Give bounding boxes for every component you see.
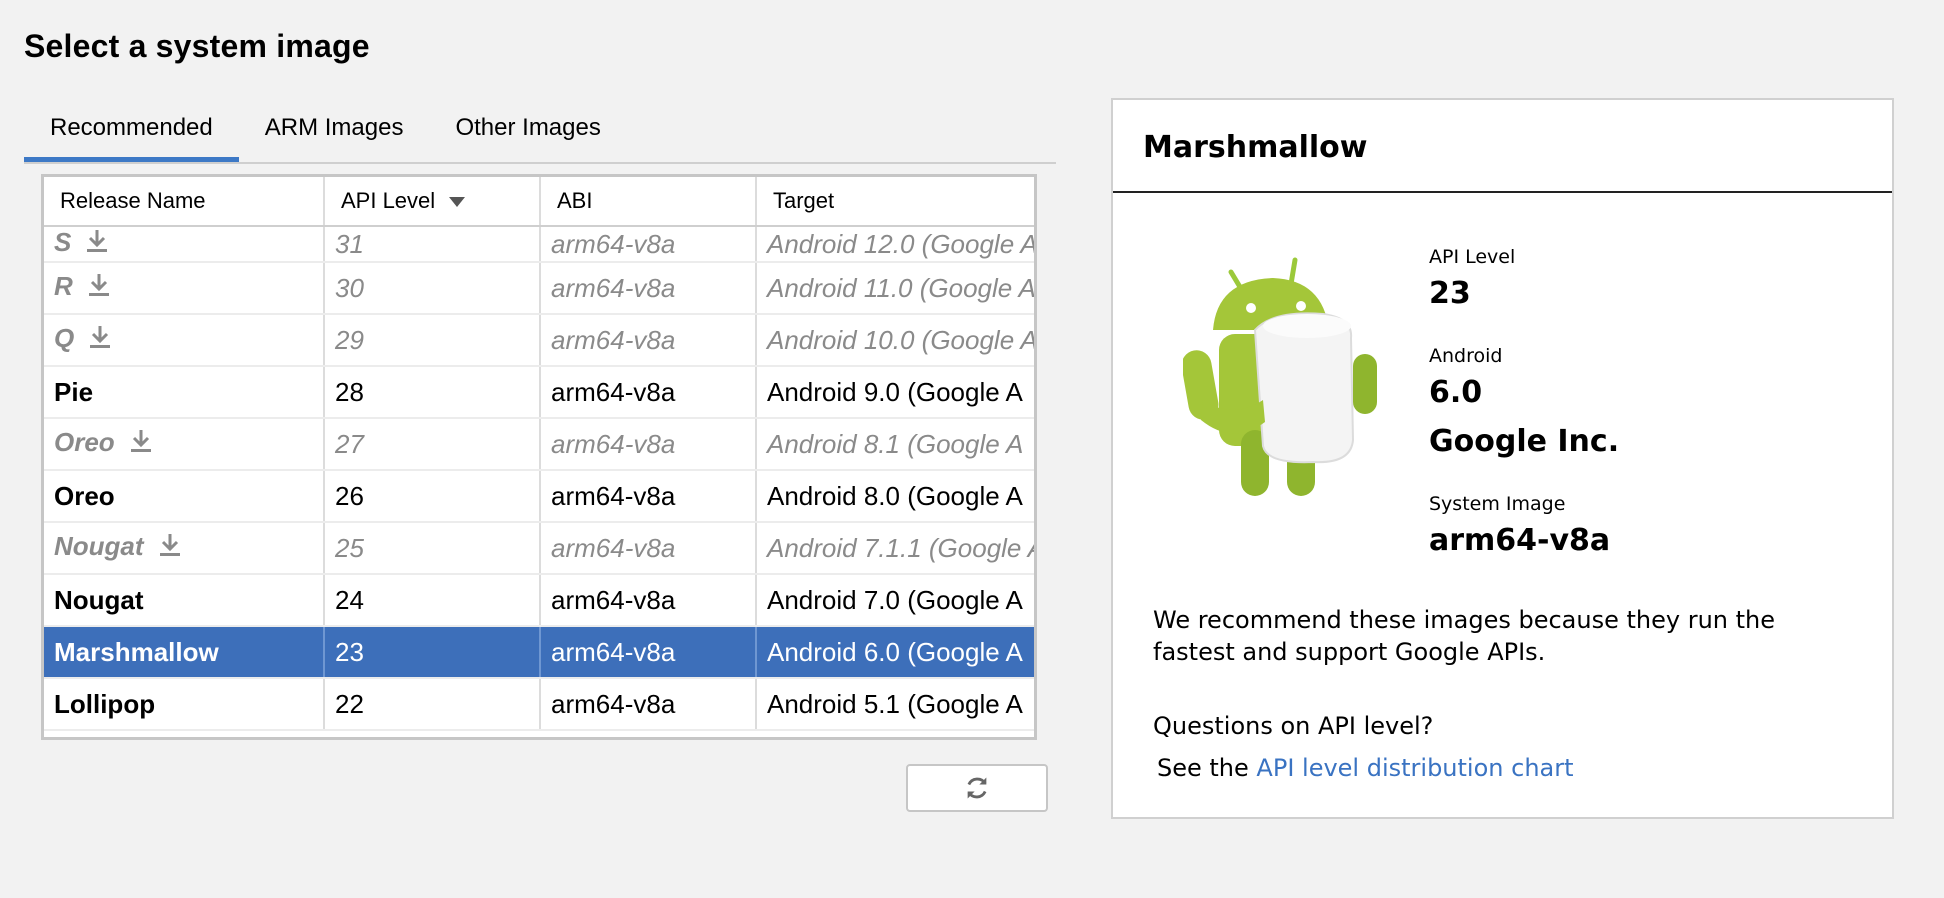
- abi-cell: arm64-v8a: [540, 314, 757, 367]
- release-name-cell: Pie: [44, 366, 325, 419]
- release-name-cell: Nougat: [44, 574, 325, 627]
- release-name-cell: S: [44, 226, 325, 263]
- tab-other-images[interactable]: Other Images: [429, 100, 626, 162]
- release-name-cell: Oreo: [44, 470, 325, 523]
- column-header-api-level[interactable]: API Level: [324, 177, 541, 227]
- download-icon[interactable]: [88, 324, 112, 357]
- api-level-cell: 28: [324, 366, 541, 419]
- table-header-row: Release Name API Level ABI Target: [44, 177, 1034, 227]
- target-cell: Android 7.1.1 (Google A: [756, 522, 1034, 575]
- table-row[interactable]: Oreo 26 arm64-v8a Android 8.0 (Google A: [44, 470, 1034, 523]
- see-prefix: See the: [1157, 754, 1257, 782]
- api-level-label: API Level: [1429, 246, 1516, 268]
- android-label: Android: [1429, 345, 1503, 367]
- android-version-value: 6.0: [1429, 375, 1483, 410]
- tab-arm-images[interactable]: ARM Images: [239, 100, 430, 162]
- target-cell: Android 10.0 (Google A: [756, 314, 1034, 367]
- api-distribution-link[interactable]: API level distribution chart: [1256, 754, 1573, 782]
- table-row[interactable]: Nougat 25 arm64-v8a Android 7.1.1 (Google A: [44, 522, 1034, 575]
- target-cell: Android 8.0 (Google A: [756, 470, 1034, 523]
- api-level-cell: 25: [324, 522, 541, 575]
- system-image-table: Release Name API Level ABI Target S 31 arm…: [41, 174, 1037, 740]
- release-name-cell: Lollipop: [44, 678, 325, 731]
- table-row[interactable]: Lollipop 22 arm64-v8a Android 5.1 (Google A: [44, 678, 1034, 731]
- api-level-cell: 22: [324, 678, 541, 731]
- target-cell: Android 6.0 (Google A: [756, 626, 1034, 679]
- table-row[interactable]: R 30 arm64-v8a Android 11.0 (Google A: [44, 262, 1034, 315]
- release-name-cell: Oreo: [44, 418, 325, 471]
- detail-properties: API Level 23 Android 6.0 Google Inc. Sys…: [1429, 246, 1619, 592]
- abi-cell: arm64-v8a: [540, 626, 757, 679]
- android-marshmallow-illustration: [1183, 257, 1377, 496]
- table-row[interactable]: Nougat 24 arm64-v8a Android 7.0 (Google A: [44, 574, 1034, 627]
- target-cell: Android 12.0 (Google A: [756, 226, 1034, 263]
- abi-cell: arm64-v8a: [540, 522, 757, 575]
- abi-cell: arm64-v8a: [540, 418, 757, 471]
- abi-cell: arm64-v8a: [540, 262, 757, 315]
- api-level-value: 23: [1429, 276, 1471, 311]
- api-question-text: Questions on API level?: [1153, 712, 1434, 740]
- target-cell: Android 8.1 (Google A: [756, 418, 1034, 471]
- table-row[interactable]: Pie 28 arm64-v8a Android 9.0 (Google A: [44, 366, 1034, 419]
- tab-bar: Recommended ARM Images Other Images: [24, 100, 1056, 164]
- page-title: Select a system image: [24, 28, 370, 64]
- download-icon[interactable]: [158, 532, 182, 565]
- api-level-cell: 31: [324, 226, 541, 263]
- download-icon[interactable]: [85, 228, 109, 260]
- api-level-cell: 23: [324, 626, 541, 679]
- sort-descending-icon: [449, 197, 466, 208]
- detail-title: Marshmallow: [1113, 100, 1892, 193]
- release-name-cell: Nougat: [44, 522, 325, 575]
- api-level-cell: 27: [324, 418, 541, 471]
- vendor-value: Google Inc.: [1429, 424, 1620, 459]
- abi-cell: arm64-v8a: [540, 470, 757, 523]
- target-cell: Android 11.0 (Google A: [756, 262, 1034, 315]
- detail-panel: Marshmallow API Level 23 Android 6.0 Goo…: [1111, 98, 1894, 819]
- table-row[interactable]: Marshmallow 23 arm64-v8a Android 6.0 (Googl…: [44, 626, 1034, 679]
- api-level-cell: 30: [324, 262, 541, 315]
- recommendation-text: We recommend these images because they r…: [1153, 606, 1776, 666]
- download-icon[interactable]: [87, 272, 111, 305]
- table-row[interactable]: Oreo 27 arm64-v8a Android 8.1 (Google A: [44, 418, 1034, 471]
- release-name-cell: Q: [44, 314, 325, 367]
- system-image-label: System Image: [1429, 493, 1566, 515]
- api-level-cell: 24: [324, 574, 541, 627]
- release-name-cell: R: [44, 262, 325, 315]
- target-cell: Android 9.0 (Google A: [756, 366, 1034, 419]
- column-header-target[interactable]: Target: [756, 177, 1034, 227]
- target-cell: Android 7.0 (Google A: [756, 574, 1034, 627]
- target-cell: Android 5.1 (Google A: [756, 678, 1034, 731]
- abi-cell: arm64-v8a: [540, 366, 757, 419]
- api-level-cell: 26: [324, 470, 541, 523]
- column-header-release-name[interactable]: Release Name: [44, 177, 325, 227]
- refresh-button[interactable]: [906, 764, 1048, 812]
- abi-cell: arm64-v8a: [540, 226, 757, 263]
- system-image-value: arm64-v8a: [1429, 523, 1611, 558]
- download-icon[interactable]: [129, 428, 153, 461]
- api-chart-line: See the API level distribution chart: [1157, 754, 1574, 782]
- refresh-icon: [967, 777, 987, 799]
- table-row[interactable]: Q 29 arm64-v8a Android 10.0 (Google A: [44, 314, 1034, 367]
- column-header-abi[interactable]: ABI: [540, 177, 757, 227]
- abi-cell: arm64-v8a: [540, 678, 757, 731]
- api-level-cell: 29: [324, 314, 541, 367]
- table-row[interactable]: S 31 arm64-v8a Android 12.0 (Google A: [44, 226, 1034, 263]
- tab-recommended[interactable]: Recommended: [24, 100, 239, 162]
- abi-cell: arm64-v8a: [540, 574, 757, 627]
- release-name-cell: Marshmallow: [44, 626, 325, 679]
